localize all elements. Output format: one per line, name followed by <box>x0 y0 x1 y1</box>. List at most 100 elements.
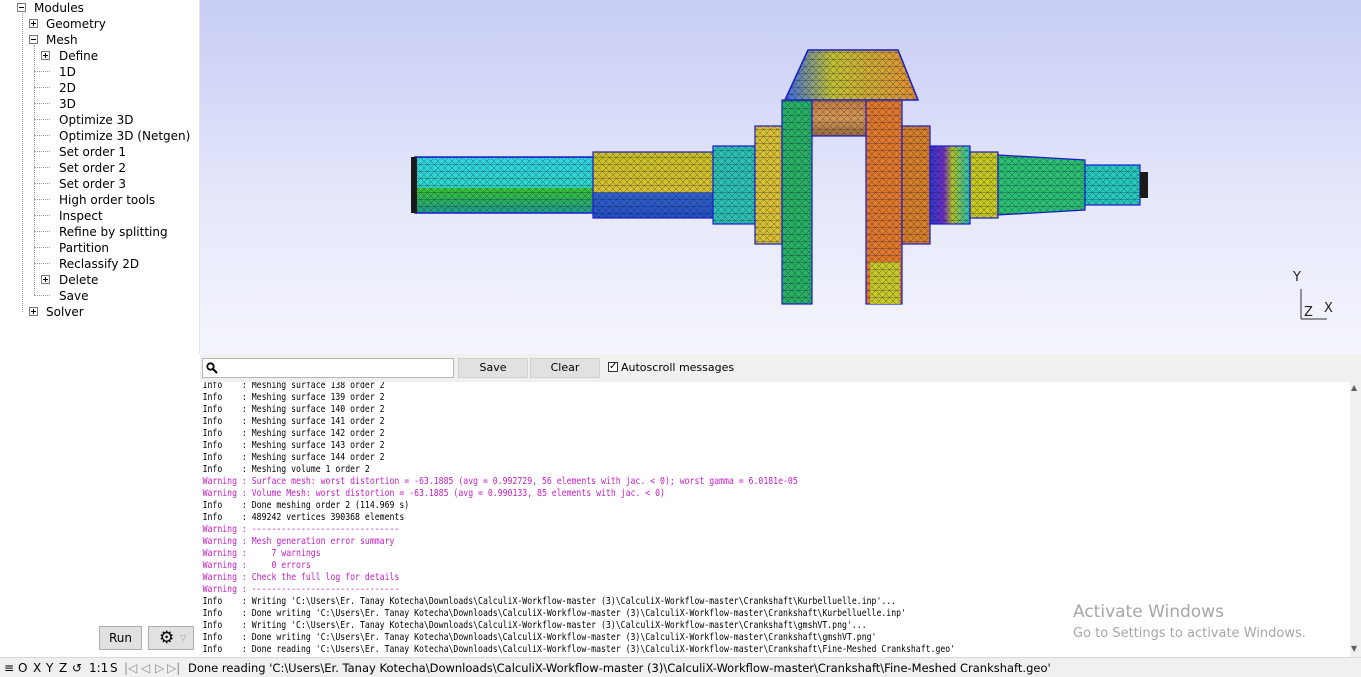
tree-item-label: Modules <box>34 1 84 15</box>
tree-item-label: Set order 3 <box>59 177 126 191</box>
log-info-line: Info : Meshing surface 141 order 2 <box>202 416 385 427</box>
log-warning-line: Warning : 7 warnings <box>202 548 321 559</box>
first-step-icon[interactable]: |◁ <box>124 660 137 676</box>
tree-item-label: 1D <box>59 65 76 79</box>
expand-icon[interactable] <box>29 19 38 28</box>
tree-item-label: Optimize 3D <box>59 113 134 127</box>
last-step-icon[interactable]: ▷| <box>167 660 180 676</box>
tree-item-label: 2D <box>59 81 76 95</box>
clear-messages-button[interactable]: Clear <box>530 358 600 378</box>
log-warning-line: Warning : ------------------------------ <box>202 524 400 535</box>
tree-item-refine-by-splitting[interactable]: Refine by splitting <box>0 224 199 240</box>
tree-item-optimize-3d-netgen[interactable]: Optimize 3D (Netgen) <box>0 128 199 144</box>
save-messages-button[interactable]: Save <box>458 358 528 378</box>
tree-item-label: Reclassify 2D <box>59 257 140 271</box>
menu-icon[interactable]: ≡ <box>4 660 14 676</box>
view-y-button[interactable]: Y <box>46 660 53 676</box>
tree-item-geometry[interactable]: Geometry <box>0 16 199 32</box>
tree-item-set-order-1[interactable]: Set order 1 <box>0 144 199 160</box>
collapse-icon[interactable] <box>17 3 26 12</box>
tree-item-label: Partition <box>59 241 110 255</box>
crankshaft-mesh-render <box>411 49 1148 305</box>
tree-item-mesh[interactable]: Mesh <box>0 32 199 48</box>
status-message: Done reading 'C:\Users\Er. Tanay Kotecha… <box>188 661 1051 675</box>
log-info-line: Info : Meshing surface 144 order 2 <box>202 452 385 463</box>
graphics-viewport[interactable]: Y Z X <box>200 0 1361 354</box>
log-warning-line: Warning : Surface mesh: worst distortion… <box>202 476 798 487</box>
log-info-line: Info : Done reading 'C:\Users\Er. Tanay … <box>202 644 956 655</box>
gear-icon: ⚙ <box>159 628 175 648</box>
log-info-line: Info : Meshing surface 140 order 2 <box>202 404 385 415</box>
log-warning-line: Warning : 0 errors <box>202 560 311 571</box>
log-warning-line: Warning : Volume Mesh: worst distortion … <box>202 488 665 499</box>
log-info-line: Info : Done meshing order 2 (114.969 s) <box>202 500 410 511</box>
scroll-down-icon[interactable]: ▼ <box>1351 644 1357 653</box>
previous-step-icon[interactable]: ◁ <box>141 660 150 676</box>
tree-item-inspect[interactable]: Inspect <box>0 208 199 224</box>
tree-item-high-order-tools[interactable]: High order tools <box>0 192 199 208</box>
axis-x-label: X <box>1324 301 1333 316</box>
rotate-icon[interactable]: ↺ <box>72 660 82 676</box>
view-origin-button[interactable]: O <box>18 660 27 676</box>
tree-item-label: High order tools <box>59 193 156 207</box>
tree-item-label: Optimize 3D (Netgen) <box>59 129 191 143</box>
scale-one-button[interactable]: 1:1 <box>89 660 108 676</box>
tree-item-1d[interactable]: 1D <box>0 64 199 80</box>
log-warning-line: Warning : Mesh generation error summary <box>202 536 395 547</box>
tree-item-define[interactable]: Define <box>0 48 199 64</box>
view-x-button[interactable]: X <box>33 660 41 676</box>
activate-windows-subtitle: Go to Settings to activate Windows. <box>1073 626 1306 641</box>
collapse-icon[interactable] <box>29 35 38 44</box>
log-scrollbar[interactable]: ▲ ▼ <box>1350 382 1361 657</box>
status-bar: ≡ O X Y Z ↺ 1:1 S |◁ ◁ ▷ ▷| Done reading… <box>0 657 1361 677</box>
tree-item-label: Inspect <box>59 209 103 223</box>
view-z-button[interactable]: Z <box>59 660 67 676</box>
tree-item-label: Mesh <box>46 33 78 47</box>
next-step-icon[interactable]: ▷ <box>155 660 164 676</box>
tree-item-set-order-3[interactable]: Set order 3 <box>0 176 199 192</box>
message-search-box[interactable] <box>202 358 454 378</box>
tree-item-label: Set order 1 <box>59 145 126 159</box>
autoscroll-label: Autoscroll messages <box>621 361 735 374</box>
tree-item-label: Geometry <box>46 17 106 31</box>
options-button[interactable]: ⚙ ▽ <box>148 626 194 650</box>
run-button[interactable]: Run <box>99 626 142 650</box>
expand-icon[interactable] <box>29 307 38 316</box>
control-panel: Run ⚙ ▽ <box>0 354 199 657</box>
tree-item-partition[interactable]: Partition <box>0 240 199 256</box>
log-info-line: Info : Meshing surface 138 order 2 <box>202 382 385 391</box>
expand-icon[interactable] <box>41 51 50 60</box>
select-button[interactable]: S <box>110 660 118 676</box>
scroll-up-icon[interactable]: ▲ <box>1351 383 1357 392</box>
tree-item-label: Delete <box>59 273 99 287</box>
tree-item-label: Refine by splitting <box>59 225 168 239</box>
log-info-line: Info : 489242 vertices 390368 elements <box>202 512 405 523</box>
tree-item-label: Define <box>59 49 99 63</box>
log-info-line: Info : Writing 'C:\Users\Er. Tanay Kotec… <box>202 596 897 607</box>
tree-item-label: Set order 2 <box>59 161 126 175</box>
tree-item-optimize-3d[interactable]: Optimize 3D <box>0 112 199 128</box>
log-warning-line: Warning : ------------------------------ <box>202 584 400 595</box>
tree-item-delete[interactable]: Delete <box>0 272 199 288</box>
activate-windows-title: Activate Windows <box>1073 602 1224 622</box>
tree-item-modules[interactable]: Modules <box>0 0 199 16</box>
log-info-line: Info : Done writing 'C:\Users\Er. Tanay … <box>202 608 906 619</box>
log-info-line: Info : Meshing surface 143 order 2 <box>202 440 385 451</box>
log-info-line: Info : Meshing surface 142 order 2 <box>202 428 385 439</box>
axis-y-label: Y <box>1293 270 1301 285</box>
tree-item-save[interactable]: Save <box>0 288 199 304</box>
module-tree: Modules Geometry Mesh Define 1D 2D 3D Op… <box>0 0 200 354</box>
tree-item-set-order-2[interactable]: Set order 2 <box>0 160 199 176</box>
tree-item-3d[interactable]: 3D <box>0 96 199 112</box>
tree-item-solver[interactable]: Solver <box>0 304 199 320</box>
search-icon <box>206 362 218 374</box>
message-toolbar: Save Clear ✓ Autoscroll messages <box>200 354 1361 382</box>
checkbox-checked-icon[interactable]: ✓ <box>608 362 618 372</box>
tree-item-label: 3D <box>59 97 76 111</box>
tree-item-reclassify-2d[interactable]: Reclassify 2D <box>0 256 199 272</box>
tree-item-2d[interactable]: 2D <box>0 80 199 96</box>
log-info-line: Info : Writing 'C:\Users\Er. Tanay Kotec… <box>202 620 867 631</box>
expand-icon[interactable] <box>41 275 50 284</box>
tree-item-label: Save <box>59 289 89 303</box>
search-input[interactable] <box>221 360 453 378</box>
